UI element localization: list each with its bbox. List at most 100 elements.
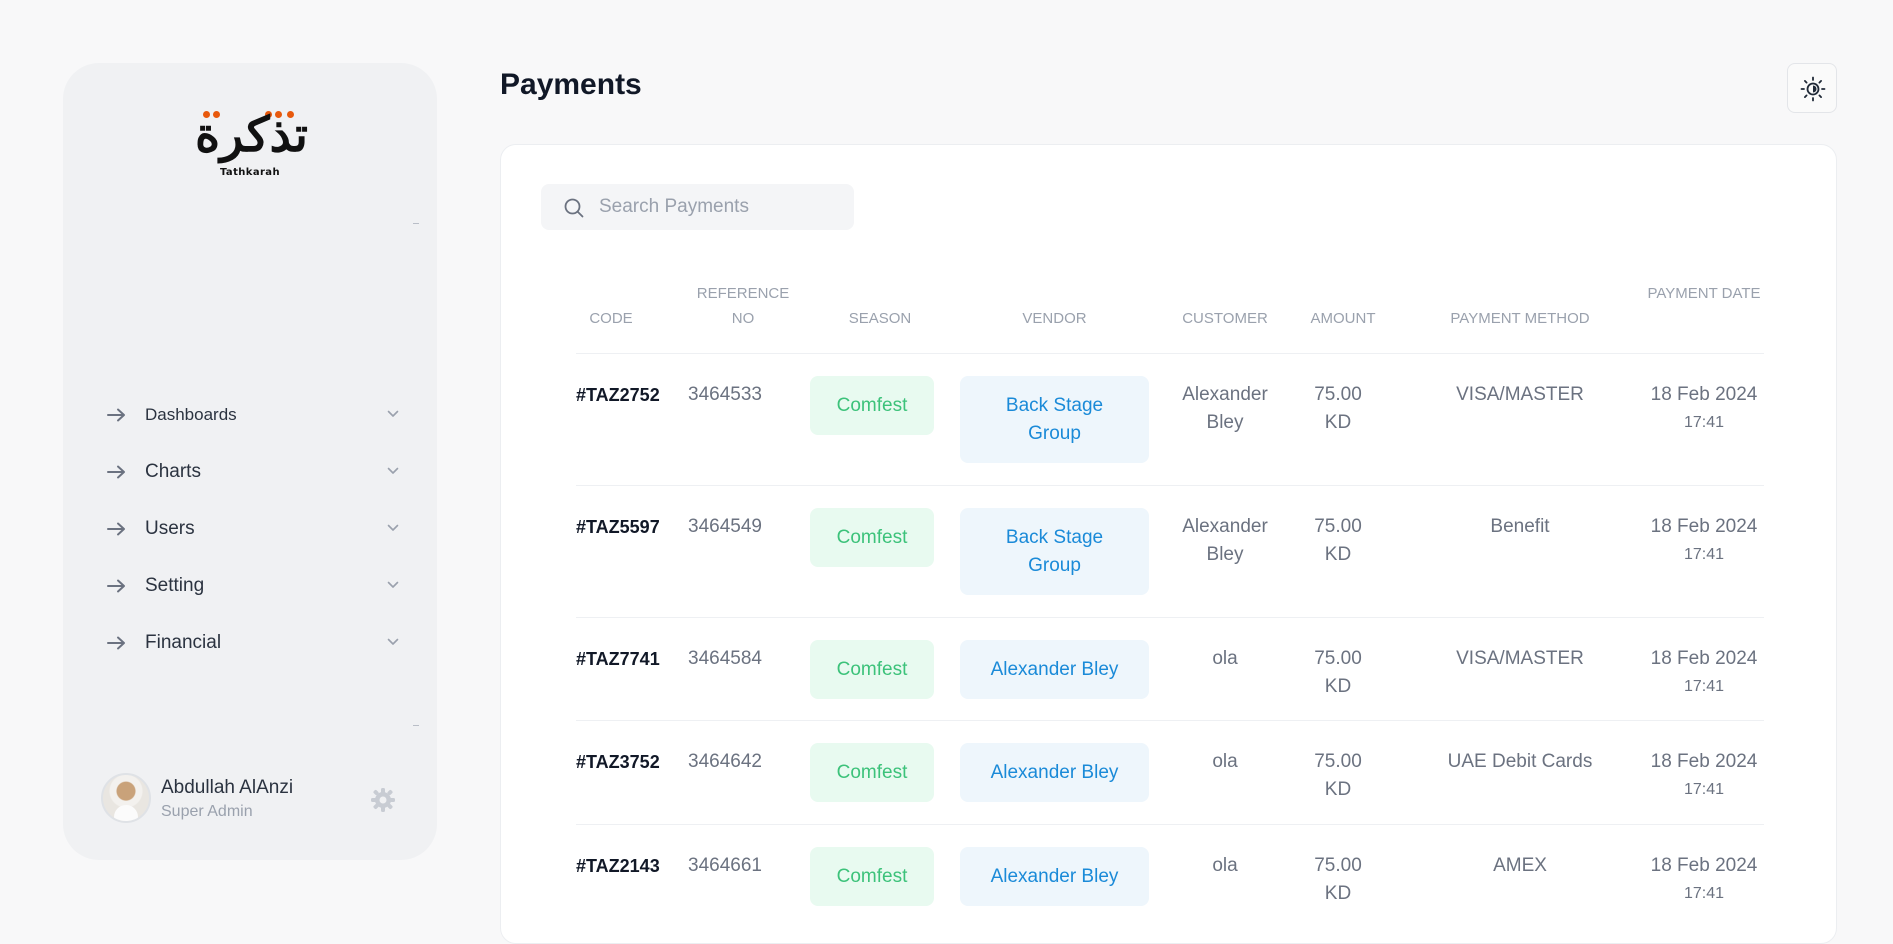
table-body: #TAZ2752 3464533 Comfest Back Stage Grou… (576, 353, 1764, 928)
column-header-code[interactable]: CODE (576, 306, 646, 331)
payment-amount: 75.00 KD (1314, 855, 1362, 904)
chevron-down-icon[interactable] (387, 467, 399, 475)
sidebar-item-label: Users (145, 518, 195, 539)
season-badge: Comfest (810, 847, 934, 906)
payment-code[interactable]: #TAZ7741 (576, 645, 660, 673)
sidebar-item-label: Setting (145, 575, 205, 596)
scroll-indicator-top (413, 223, 419, 224)
payment-date: 18 Feb 2024 17:41 (1644, 852, 1764, 908)
chevron-down-icon[interactable] (387, 410, 399, 418)
scroll-indicator-bottom (413, 725, 419, 726)
sidebar-item-dashboards[interactable]: Dashboards (107, 396, 407, 453)
customer-name: ola (1212, 855, 1238, 876)
arrow-right-icon (107, 408, 125, 422)
page-title: Payments (500, 68, 642, 101)
season-badge: Comfest (810, 376, 934, 435)
reference-no: 3464661 (688, 855, 762, 876)
season-badge: Comfest (810, 743, 934, 802)
table-row[interactable]: #TAZ7741 3464584 Comfest Alexander Bley … (576, 617, 1764, 720)
sidebar-item-financial[interactable]: Financial (107, 624, 407, 681)
theme-toggle-button[interactable] (1787, 63, 1837, 113)
payment-code[interactable]: #TAZ3752 (576, 748, 660, 776)
payment-date-time: 17:41 (1683, 781, 1725, 798)
payment-method: AMEX (1493, 855, 1547, 876)
payment-date: 18 Feb 2024 17:41 (1644, 381, 1764, 437)
vendor-link[interactable]: Alexander Bley (960, 847, 1149, 906)
arrow-right-icon (107, 636, 125, 650)
table-row[interactable]: #TAZ2143 3464661 Comfest Alexander Bley … (576, 824, 1764, 928)
reference-no: 3464584 (688, 648, 762, 669)
sidebar-item-charts[interactable]: Charts (107, 453, 407, 510)
user-name: Abdullah AlAnzi (161, 777, 294, 798)
column-header-reference-no[interactable]: REFERENCE NO (688, 281, 798, 331)
column-header-payment-method[interactable]: PAYMENT METHOD (1420, 306, 1620, 331)
sidebar-item-label: Charts (145, 461, 201, 482)
arrow-right-icon (107, 579, 125, 593)
column-header-amount[interactable]: AMOUNT (1288, 306, 1398, 331)
sidebar-item-setting[interactable]: Setting (107, 567, 407, 624)
payment-date-time: 17:41 (1683, 414, 1725, 431)
table-row[interactable]: #TAZ2752 3464533 Comfest Back Stage Grou… (576, 353, 1764, 485)
column-header-season[interactable]: SEASON (810, 306, 950, 331)
customer-name: Alexander Bley (1182, 516, 1268, 565)
payment-date: 18 Feb 2024 17:41 (1644, 513, 1764, 569)
sidebar-item-users[interactable]: Users (107, 510, 407, 567)
customer-name: ola (1212, 751, 1238, 772)
payment-amount: 75.00 KD (1314, 384, 1362, 433)
arrow-right-icon (107, 522, 125, 536)
payment-date-day: 18 Feb 2024 (1650, 855, 1758, 876)
payment-date-time: 17:41 (1683, 546, 1725, 563)
payment-date: 18 Feb 2024 17:41 (1644, 645, 1764, 701)
payment-date-day: 18 Feb 2024 (1650, 751, 1758, 772)
sidebar-nav: Dashboards Charts Users Setting Financia… (107, 396, 407, 681)
payment-method: VISA/MASTER (1456, 384, 1584, 405)
sun-icon (1800, 76, 1826, 102)
season-badge: Comfest (810, 640, 934, 699)
table-row[interactable]: #TAZ5597 3464549 Comfest Back Stage Grou… (576, 485, 1764, 617)
user-profile[interactable]: Abdullah AlAnzi Super Admin (101, 773, 401, 829)
reference-no: 3464549 (688, 516, 762, 537)
vendor-link[interactable]: Back Stage Group (960, 508, 1149, 595)
search-input[interactable] (599, 194, 839, 220)
vendor-link[interactable]: Alexander Bley (960, 640, 1149, 699)
brand-logo[interactable]: تذكرة Tathkarah (195, 105, 309, 183)
payment-method: VISA/MASTER (1456, 648, 1584, 669)
vendor-link[interactable]: Back Stage Group (960, 376, 1149, 463)
payment-date: 18 Feb 2024 17:41 (1644, 748, 1764, 804)
chevron-down-icon[interactable] (387, 524, 399, 532)
customer-name: ola (1212, 648, 1238, 669)
season-badge: Comfest (810, 508, 934, 567)
payment-date-day: 18 Feb 2024 (1650, 648, 1758, 669)
payment-date-day: 18 Feb 2024 (1650, 384, 1758, 405)
payment-amount: 75.00 KD (1314, 516, 1362, 565)
search-box[interactable] (541, 184, 854, 230)
customer-name: Alexander Bley (1182, 384, 1268, 433)
payment-date-time: 17:41 (1683, 885, 1725, 902)
payments-card: CODE REFERENCE NO SEASON VENDOR CUSTOMER… (500, 144, 1837, 944)
payment-date-day: 18 Feb 2024 (1650, 516, 1758, 537)
chevron-down-icon[interactable] (387, 638, 399, 646)
user-role: Super Admin (161, 803, 253, 820)
column-header-vendor[interactable]: VENDOR (960, 306, 1149, 331)
column-header-payment-date[interactable]: PAYMENT DATE (1644, 281, 1764, 306)
table-row[interactable]: #TAZ3752 3464642 Comfest Alexander Bley … (576, 720, 1764, 824)
sidebar: تذكرة Tathkarah Dashboards Charts Users … (63, 63, 437, 860)
column-header-customer[interactable]: CUSTOMER (1170, 306, 1280, 331)
gear-icon[interactable] (370, 787, 396, 813)
arrow-right-icon (107, 465, 125, 479)
chevron-down-icon[interactable] (387, 581, 399, 589)
vendor-link[interactable]: Alexander Bley (960, 743, 1149, 802)
avatar[interactable] (101, 773, 151, 823)
payment-method: Benefit (1490, 516, 1550, 537)
payment-amount: 75.00 KD (1314, 751, 1362, 800)
sidebar-item-label: Dashboards (145, 405, 237, 424)
sidebar-item-label: Financial (145, 632, 222, 653)
search-icon (564, 198, 584, 218)
payment-method: UAE Debit Cards (1447, 751, 1593, 772)
logo-wordmark: تذكرة (195, 107, 309, 163)
payment-code[interactable]: #TAZ5597 (576, 513, 660, 541)
payment-date-time: 17:41 (1683, 678, 1725, 695)
payment-code[interactable]: #TAZ2752 (576, 381, 660, 409)
payment-code[interactable]: #TAZ2143 (576, 852, 660, 880)
reference-no: 3464642 (688, 751, 762, 772)
